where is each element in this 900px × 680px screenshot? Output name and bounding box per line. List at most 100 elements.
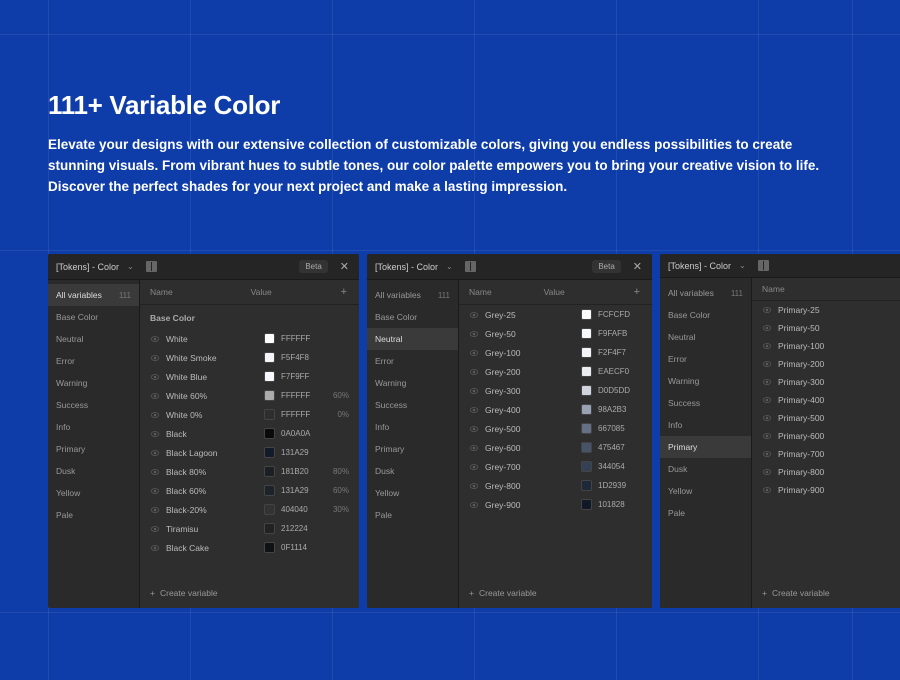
book-icon[interactable] <box>465 261 476 272</box>
variable-name: Tiramisu <box>166 524 264 534</box>
sidebar-item-all[interactable]: All variables111 <box>660 282 751 304</box>
variable-row[interactable]: Primary-50 <box>752 319 900 337</box>
variable-row[interactable]: Grey-200EAECF0 <box>459 362 652 381</box>
sidebar-item-primary[interactable]: Primary <box>367 438 458 460</box>
variable-row[interactable]: Grey-40098A2B3 <box>459 400 652 419</box>
sidebar-item-warning[interactable]: Warning <box>48 372 139 394</box>
sidebar-item-all[interactable]: All variables111 <box>367 284 458 306</box>
variable-row[interactable]: Black 80%181B2080% <box>140 462 359 481</box>
sidebar-item-primary[interactable]: Primary <box>48 438 139 460</box>
book-icon[interactable] <box>758 260 769 271</box>
variable-row[interactable]: Black Lagoon131A29 <box>140 443 359 462</box>
close-icon[interactable]: ✕ <box>631 260 644 273</box>
variable-row[interactable]: White 0%FFFFFF0% <box>140 405 359 424</box>
variable-row[interactable]: Black 60%131A2960% <box>140 481 359 500</box>
variable-row[interactable]: Primary-500 <box>752 409 900 427</box>
variable-row[interactable]: White BlueF7F9FF <box>140 367 359 386</box>
panel-title: [Tokens] - Color <box>56 262 119 272</box>
variable-row[interactable]: Primary-900 <box>752 481 900 499</box>
create-variable-button[interactable]: + Create variable <box>140 578 359 608</box>
variable-row[interactable]: Grey-50F9FAFB <box>459 324 652 343</box>
sidebar-item-error[interactable]: Error <box>367 350 458 372</box>
variable-row[interactable]: Grey-500667085 <box>459 419 652 438</box>
color-swatch <box>581 309 592 320</box>
sidebar-item-primary[interactable]: Primary <box>660 436 751 458</box>
sidebar-item-warning[interactable]: Warning <box>367 372 458 394</box>
add-icon[interactable]: + <box>339 286 349 298</box>
variable-row[interactable]: Primary-800 <box>752 463 900 481</box>
sidebar-item-error[interactable]: Error <box>660 348 751 370</box>
sidebar-item-neutral[interactable]: Neutral <box>660 326 751 348</box>
variable-row[interactable]: Primary-700 <box>752 445 900 463</box>
sidebar-item-pale[interactable]: Pale <box>660 502 751 524</box>
sidebar-item-dusk[interactable]: Dusk <box>48 460 139 482</box>
variable-name: Primary-500 <box>778 413 895 423</box>
sidebar-item-dusk[interactable]: Dusk <box>660 458 751 480</box>
close-icon[interactable]: ✕ <box>338 260 351 273</box>
variable-name: Grey-50 <box>485 329 581 339</box>
variable-row[interactable]: Grey-700344054 <box>459 457 652 476</box>
sidebar-item-yellow[interactable]: Yellow <box>48 482 139 504</box>
color-swatch <box>264 447 275 458</box>
sidebar-item-yellow[interactable]: Yellow <box>367 482 458 504</box>
create-variable-button[interactable]: + Create variable <box>459 578 652 608</box>
opacity-value: 30% <box>325 505 349 514</box>
color-swatch <box>264 352 275 363</box>
variable-name: Grey-200 <box>485 367 581 377</box>
opacity-value: 60% <box>325 391 349 400</box>
variable-name: Primary-50 <box>778 323 895 333</box>
sidebar-item-pale[interactable]: Pale <box>367 504 458 526</box>
variable-row[interactable]: White 60%FFFFFF60% <box>140 386 359 405</box>
sidebar-item-base-color[interactable]: Base Color <box>660 304 751 326</box>
variable-name: Grey-500 <box>485 424 581 434</box>
variable-name: Primary-300 <box>778 377 895 387</box>
variable-name: Black-20% <box>166 505 264 515</box>
book-icon[interactable] <box>146 261 157 272</box>
sidebar-item-success[interactable]: Success <box>660 392 751 414</box>
sidebar-item-yellow[interactable]: Yellow <box>660 480 751 502</box>
variable-row[interactable]: Grey-300D0D5DD <box>459 381 652 400</box>
variable-row[interactable]: Primary-25 <box>752 301 900 319</box>
add-icon[interactable]: + <box>632 286 642 298</box>
variable-row[interactable]: Grey-600475467 <box>459 438 652 457</box>
beta-badge: Beta <box>592 260 620 273</box>
beta-badge: Beta <box>299 260 327 273</box>
sidebar-item-pale[interactable]: Pale <box>48 504 139 526</box>
variable-name: White 0% <box>166 410 264 420</box>
sidebar-item-base-color[interactable]: Base Color <box>48 306 139 328</box>
variable-row[interactable]: Grey-900101828 <box>459 495 652 514</box>
chevron-down-icon[interactable]: ⌄ <box>127 262 134 271</box>
create-variable-button[interactable]: + Create variable <box>752 578 900 608</box>
variable-row[interactable]: Grey-25FCFCFD <box>459 305 652 324</box>
variable-row[interactable]: Primary-600 <box>752 427 900 445</box>
sidebar-item-error[interactable]: Error <box>48 350 139 372</box>
variable-row[interactable]: Tiramisu212224 <box>140 519 359 538</box>
sidebar-item-base-color[interactable]: Base Color <box>367 306 458 328</box>
variable-row[interactable]: Black-20%40404030% <box>140 500 359 519</box>
variable-row[interactable]: Black0A0A0A <box>140 424 359 443</box>
sidebar-item-dusk[interactable]: Dusk <box>367 460 458 482</box>
variable-row[interactable]: Primary-100 <box>752 337 900 355</box>
variable-row[interactable]: Primary-300 <box>752 373 900 391</box>
sidebar-item-info[interactable]: Info <box>660 414 751 436</box>
opacity-value: 80% <box>325 467 349 476</box>
sidebar-item-neutral[interactable]: Neutral <box>48 328 139 350</box>
sidebar-item-info[interactable]: Info <box>367 416 458 438</box>
variable-row[interactable]: WhiteFFFFFF <box>140 329 359 348</box>
sidebar-item-info[interactable]: Info <box>48 416 139 438</box>
hex-value: D0D5DD <box>598 386 642 395</box>
sidebar-item-success[interactable]: Success <box>367 394 458 416</box>
variable-row[interactable]: Primary-400 <box>752 391 900 409</box>
variable-row[interactable]: Grey-100F2F4F7 <box>459 343 652 362</box>
variable-row[interactable]: Black Cake0F1114 <box>140 538 359 557</box>
variable-row[interactable]: Primary-200 <box>752 355 900 373</box>
chevron-down-icon[interactable]: ⌄ <box>446 262 453 271</box>
chevron-down-icon[interactable]: ⌄ <box>739 261 746 270</box>
sidebar-item-all[interactable]: All variables111 <box>48 284 139 306</box>
sidebar-item-warning[interactable]: Warning <box>660 370 751 392</box>
hex-value: F5F4F8 <box>281 353 325 362</box>
sidebar-item-success[interactable]: Success <box>48 394 139 416</box>
sidebar-item-neutral[interactable]: Neutral <box>367 328 458 350</box>
variable-row[interactable]: White SmokeF5F4F8 <box>140 348 359 367</box>
variable-row[interactable]: Grey-8001D2939 <box>459 476 652 495</box>
